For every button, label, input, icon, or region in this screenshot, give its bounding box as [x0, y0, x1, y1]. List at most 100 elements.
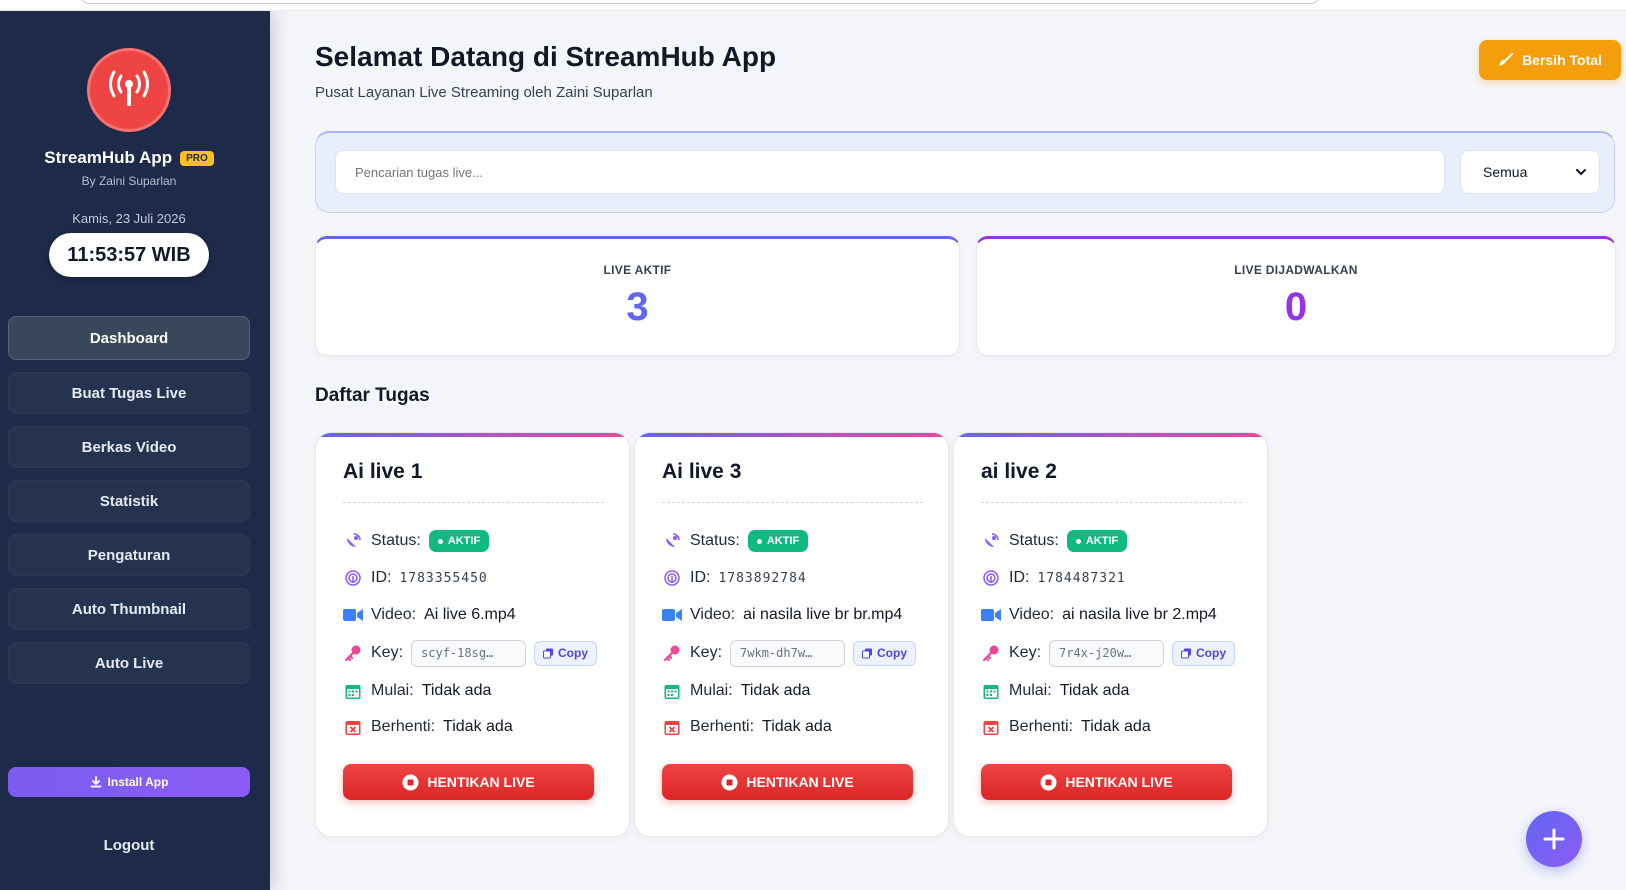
video-camera-icon [662, 605, 682, 625]
broadcast-tower-icon [87, 48, 171, 132]
task-id: 1783892784 [718, 570, 807, 586]
task-id: 1783355450 [399, 570, 488, 586]
page-title: Selamat Datang di StreamHub App [315, 41, 777, 72]
task-card: ai live 2 Status: AKTIF ID: 1784487321 V… [953, 432, 1268, 837]
task-stop: Tidak ada [762, 718, 832, 735]
key-icon [981, 643, 1001, 663]
task-card: Ai live 3 Status: AKTIF ID: 1783892784 V… [634, 432, 949, 837]
clear-all-button[interactable]: Bersih Total [1479, 40, 1621, 80]
stop-circle-icon [721, 774, 738, 790]
sidebar-item-statistik[interactable]: Statistik [8, 480, 250, 522]
satellite-dish-icon [981, 531, 1001, 551]
stat-label-live-active: LIVE AKTIF [603, 263, 672, 277]
task-title: Ai live 1 [343, 460, 423, 483]
task-stop-row: Berhenti: Tidak ada [981, 714, 1251, 740]
status-badge-text: AKTIF [1085, 535, 1119, 547]
stop-live-button[interactable]: HENTIKAN LIVE [343, 764, 594, 800]
stop-live-button[interactable]: HENTIKAN LIVE [662, 764, 913, 800]
stream-key-field[interactable]: 7wkm-dh7w… [730, 639, 846, 667]
key-label: Key: [1009, 644, 1042, 661]
logout-button[interactable]: Logout [0, 837, 258, 854]
stream-key-field[interactable]: scyf-18sg… [411, 639, 527, 667]
fingerprint-icon [343, 568, 363, 588]
copy-icon [543, 648, 554, 658]
calendar-check-icon [981, 681, 1001, 701]
sidebar-item-auto-live[interactable]: Auto Live [8, 642, 250, 684]
task-video: ai nasila live br 2.mp4 [1062, 606, 1217, 623]
copy-icon [862, 648, 873, 658]
browser-top-strip [0, 0, 1626, 11]
satellite-dish-icon [662, 531, 682, 551]
page-subtitle: Pusat Layanan Live Streaming oleh Zaini … [315, 84, 653, 101]
task-title: ai live 2 [981, 460, 1057, 483]
sidebar-item-auto-thumbnail[interactable]: Auto Thumbnail [8, 588, 250, 630]
filter-selected-value: Semua [1483, 164, 1528, 180]
task-id-row: ID: 1783355450 [343, 565, 613, 591]
task-id-row: ID: 1784487321 [981, 565, 1251, 591]
search-panel: Semua [315, 131, 1615, 213]
id-label: ID: [1009, 569, 1030, 586]
download-icon [90, 776, 101, 788]
copy-key-button[interactable]: Copy [1172, 640, 1236, 666]
stat-value-live-scheduled: 0 [1284, 285, 1308, 329]
copy-label: Copy [558, 646, 589, 660]
status-label: Status: [690, 532, 740, 549]
calendar-x-icon [662, 717, 682, 737]
key-label: Key: [690, 644, 723, 661]
stop-label: Berhenti: [371, 718, 436, 735]
task-key-row: Key: scyf-18sg… Copy [343, 639, 613, 667]
key-icon [662, 643, 682, 663]
stream-key-field[interactable]: 7r4x-j20w… [1049, 639, 1165, 667]
task-status-row: Status: AKTIF [343, 528, 613, 554]
install-app-button[interactable]: Install App [8, 767, 250, 797]
card-accent-bar [635, 433, 948, 437]
fingerprint-icon [981, 568, 1001, 588]
sidebar-item-pengaturan[interactable]: Pengaturan [8, 534, 250, 576]
calendar-x-icon [981, 717, 1001, 737]
task-start-row: Mulai: Tidak ada [981, 678, 1251, 704]
copy-key-button[interactable]: Copy [853, 640, 917, 666]
broom-icon [1499, 53, 1514, 66]
start-label: Mulai: [690, 682, 733, 699]
address-bar[interactable] [80, 0, 1320, 4]
sidebar-item-berkas-video[interactable]: Berkas Video [8, 426, 250, 468]
satellite-dish-icon [343, 531, 363, 551]
status-badge: AKTIF [428, 530, 490, 552]
brand-row: StreamHub App PRO [0, 148, 258, 168]
task-id-row: ID: 1783892784 [662, 565, 932, 591]
calendar-check-icon [343, 681, 363, 701]
clear-all-label: Bersih Total [1522, 52, 1602, 68]
status-label: Status: [1009, 532, 1059, 549]
status-filter-select[interactable]: Semua [1460, 150, 1600, 194]
stop-live-label: HENTIKAN LIVE [1065, 774, 1173, 790]
id-label: ID: [371, 569, 392, 586]
search-input[interactable] [335, 150, 1445, 194]
status-badge-text: AKTIF [447, 535, 481, 547]
sidebar-item-dashboard[interactable]: Dashboard [8, 316, 250, 360]
copy-icon [1181, 648, 1192, 658]
task-stop: Tidak ada [1081, 718, 1151, 735]
add-task-button[interactable] [1526, 811, 1582, 867]
start-label: Mulai: [371, 682, 414, 699]
video-label: Video: [1009, 606, 1055, 623]
task-start: Tidak ada [1059, 682, 1130, 699]
status-badge: AKTIF [1066, 530, 1128, 552]
stat-card-live-active: LIVE AKTIF 3 [315, 236, 960, 356]
divider [981, 502, 1242, 503]
stop-label: Berhenti: [690, 718, 755, 735]
task-title: Ai live 3 [662, 460, 742, 483]
stop-live-label: HENTIKAN LIVE [746, 774, 854, 790]
brand-author: By Zaini Suparlan [81, 174, 177, 188]
current-date: Kamis, 23 Juli 2026 [72, 211, 186, 226]
key-label: Key: [371, 644, 404, 661]
status-label: Status: [371, 532, 421, 549]
task-status-row: Status: AKTIF [662, 528, 932, 554]
task-start-row: Mulai: Tidak ada [662, 678, 932, 704]
copy-key-button[interactable]: Copy [534, 640, 598, 666]
task-key-row: Key: 7r4x-j20w… Copy [981, 639, 1251, 667]
chevron-down-icon [1576, 169, 1586, 176]
sidebar-item-buat-tugas-live[interactable]: Buat Tugas Live [8, 372, 250, 414]
task-stop-row: Berhenti: Tidak ada [662, 714, 932, 740]
stop-live-button[interactable]: HENTIKAN LIVE [981, 764, 1232, 800]
stop-live-label: HENTIKAN LIVE [427, 774, 535, 790]
